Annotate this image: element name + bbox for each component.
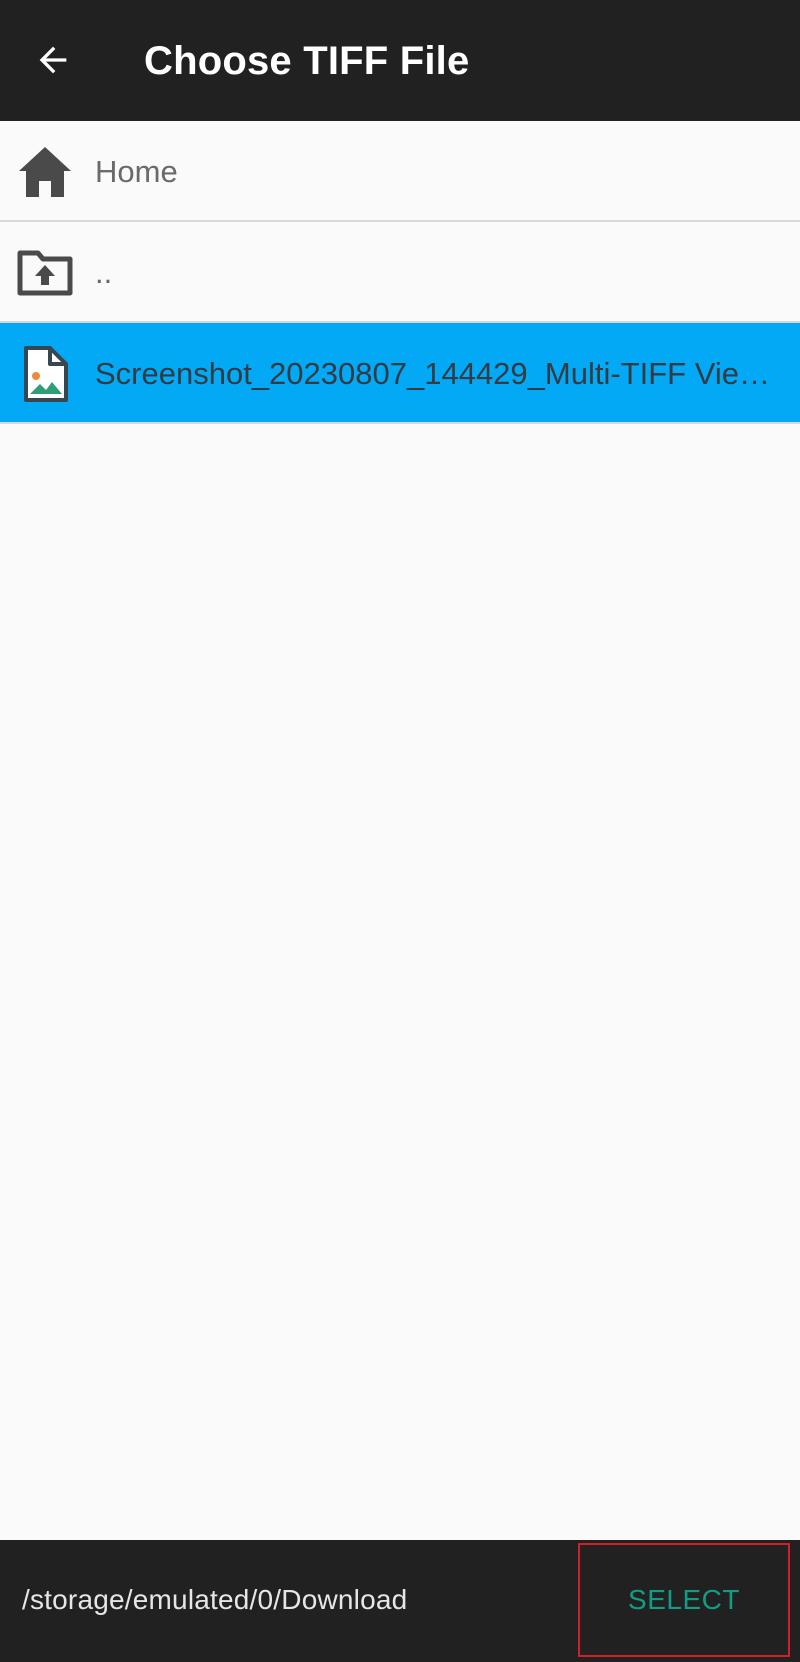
folder-up-icon [16,246,74,300]
file-chooser-screen: Choose TIFF File Home .. Screenshot_2023… [0,0,800,1662]
home-icon [16,145,74,199]
select-button-label: SELECT [628,1584,740,1615]
file-list: Home .. Screenshot_20230807_144429_Multi… [0,121,800,424]
back-button[interactable] [22,29,84,91]
list-item-label: Home [95,154,178,189]
list-item-label: Screenshot_20230807_144429_Multi-TIFF Vi… [95,356,770,391]
arrow-left-icon [39,46,67,74]
list-item-parent-folder[interactable]: .. [0,222,800,323]
image-file-icon [16,346,74,402]
bottom-bar: /storage/emulated/0/Download SELECT [0,1540,800,1662]
list-item-label: .. [95,255,113,290]
page-title: Choose TIFF File [144,39,470,83]
app-bar: Choose TIFF File [0,0,800,121]
list-item-home[interactable]: Home [0,121,800,222]
current-path: /storage/emulated/0/Download [22,1584,408,1615]
select-button[interactable]: SELECT [578,1543,790,1657]
list-item-tiff-file[interactable]: Screenshot_20230807_144429_Multi-TIFF Vi… [0,323,800,424]
